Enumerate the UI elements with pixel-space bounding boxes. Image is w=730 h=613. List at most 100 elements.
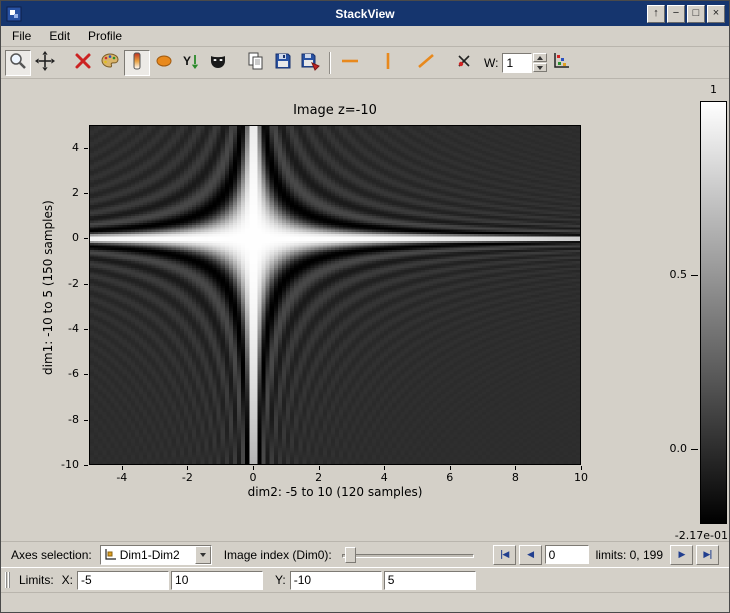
x-tick-label: 2 <box>315 471 322 484</box>
y-tick-label: 4 <box>43 141 79 154</box>
zoom-button[interactable] <box>5 50 31 76</box>
down-arrow-icon <box>537 66 543 70</box>
menubar: File Edit Profile <box>1 26 729 47</box>
colorbar-tick-mark <box>691 449 698 450</box>
last-frame-button[interactable]: ▶| <box>696 545 719 565</box>
x-tick-label: -4 <box>116 471 127 484</box>
frame-index-input[interactable] <box>545 545 589 564</box>
x-tick-mark <box>187 466 188 470</box>
colormap-bar-icon <box>127 51 147 74</box>
limits-y-min-input[interactable] <box>290 571 382 590</box>
plot-area: Image z=-10 dim2: -5 to 10 (120 samples)… <box>1 79 729 541</box>
image-index-label: Image index (Dim0): <box>224 548 332 562</box>
ellipse-roi-button[interactable] <box>151 50 177 76</box>
plot-grid-icon <box>551 51 571 74</box>
spin-down-button[interactable] <box>533 63 547 72</box>
first-frame-button[interactable]: |◀ <box>493 545 516 565</box>
palette-button[interactable] <box>97 50 123 76</box>
titlebar[interactable]: StackView ↑ − □ × <box>1 1 729 26</box>
colorbar-tick-label: 0.0 <box>609 442 687 455</box>
floppy-export-icon <box>300 51 320 74</box>
minimize-button[interactable]: − <box>667 5 685 23</box>
y-tick-label: -10 <box>43 458 79 471</box>
y-tick-label: -8 <box>43 413 79 426</box>
vertical-profile-button[interactable] <box>375 50 401 76</box>
x-tick-mark <box>450 466 451 470</box>
palette-icon <box>100 51 120 74</box>
profile-window-button[interactable] <box>548 50 574 76</box>
shade-button[interactable]: ↑ <box>647 5 665 23</box>
limits-x-label: X: <box>62 573 73 587</box>
limits-toolbar: Limits: X: Y: <box>1 567 729 592</box>
toolbar: Y W: <box>1 47 729 79</box>
x-tick-mark <box>581 466 582 470</box>
floppy-icon <box>273 51 293 74</box>
toolbar-separator <box>329 52 331 74</box>
axes-selection-combo[interactable]: Dim1-Dim2 <box>100 545 212 565</box>
invert-y-axis-button[interactable]: Y <box>178 50 204 76</box>
x-tick-label: 8 <box>512 471 519 484</box>
window-controls: ↑ − □ × <box>647 5 725 23</box>
axes-selection-label: Axes selection: <box>11 548 92 562</box>
orange-ellipse-icon <box>154 51 174 74</box>
axes-combo-icon <box>103 548 117 562</box>
copy-icon <box>246 51 266 74</box>
limits-x-max-input[interactable] <box>171 571 263 590</box>
y-tick-mark <box>84 465 88 466</box>
dropdown-arrow-icon <box>200 553 206 557</box>
profile-width-input[interactable] <box>502 53 532 73</box>
combo-dropdown-button[interactable] <box>195 546 211 564</box>
window-title: StackView <box>1 7 729 21</box>
mask-icon <box>208 51 228 74</box>
colorbar-max-label: 1 <box>700 83 727 96</box>
previous-frame-button[interactable]: ◀ <box>519 545 542 565</box>
frame-limits-label: limits: 0, 199 <box>596 548 663 562</box>
close-button[interactable]: × <box>707 5 725 23</box>
y-tick-label: 0 <box>43 231 79 244</box>
clear-button[interactable] <box>70 50 96 76</box>
horizontal-profile-button[interactable] <box>337 50 363 76</box>
diagonal-line-icon <box>416 51 436 74</box>
next-frame-button[interactable]: ▶ <box>670 545 693 565</box>
spin-up-button[interactable] <box>533 53 547 62</box>
image-index-slider[interactable] <box>342 545 474 565</box>
limits-y-max-input[interactable] <box>384 571 476 590</box>
y-tick-label: -6 <box>43 367 79 380</box>
menu-file[interactable]: File <box>3 27 40 45</box>
clear-profile-button[interactable] <box>451 50 477 76</box>
heatmap-image[interactable] <box>90 126 580 464</box>
status-bar <box>1 592 729 613</box>
save-button[interactable] <box>270 50 296 76</box>
menu-profile[interactable]: Profile <box>79 27 131 45</box>
colormap-button[interactable] <box>124 50 150 76</box>
copy-button[interactable] <box>243 50 269 76</box>
up-arrow-icon <box>537 56 543 60</box>
y-tick-mark <box>84 238 88 239</box>
x-tick-mark <box>384 466 385 470</box>
x-tick-mark <box>253 466 254 470</box>
limits-x-min-input[interactable] <box>77 571 169 590</box>
y-tick-label: -2 <box>43 277 79 290</box>
slider-handle[interactable] <box>345 547 356 563</box>
free-line-profile-button[interactable] <box>413 50 439 76</box>
app-icon <box>6 6 22 22</box>
snapshot-button[interactable] <box>297 50 323 76</box>
colorbar[interactable] <box>700 101 727 524</box>
y-tick-mark <box>84 193 88 194</box>
mask-tools-button[interactable] <box>205 50 231 76</box>
toolbar-grip[interactable] <box>5 572 11 588</box>
y-tick-mark <box>84 284 88 285</box>
y-tick-mark <box>84 329 88 330</box>
image-axes <box>89 125 581 465</box>
slider-track[interactable] <box>342 554 474 558</box>
limits-y-label: Y: <box>275 573 286 587</box>
y-tick-label: 2 <box>43 186 79 199</box>
x-axis-label: dim2: -5 to 10 (120 samples) <box>89 485 581 499</box>
profile-width-label: W: <box>484 56 498 70</box>
x-tick-label: 0 <box>250 471 257 484</box>
menu-edit[interactable]: Edit <box>40 27 79 45</box>
zoom-icon <box>8 51 28 74</box>
limits-label: Limits: <box>19 573 54 587</box>
pan-button[interactable] <box>32 50 58 76</box>
maximize-button[interactable]: □ <box>687 5 705 23</box>
